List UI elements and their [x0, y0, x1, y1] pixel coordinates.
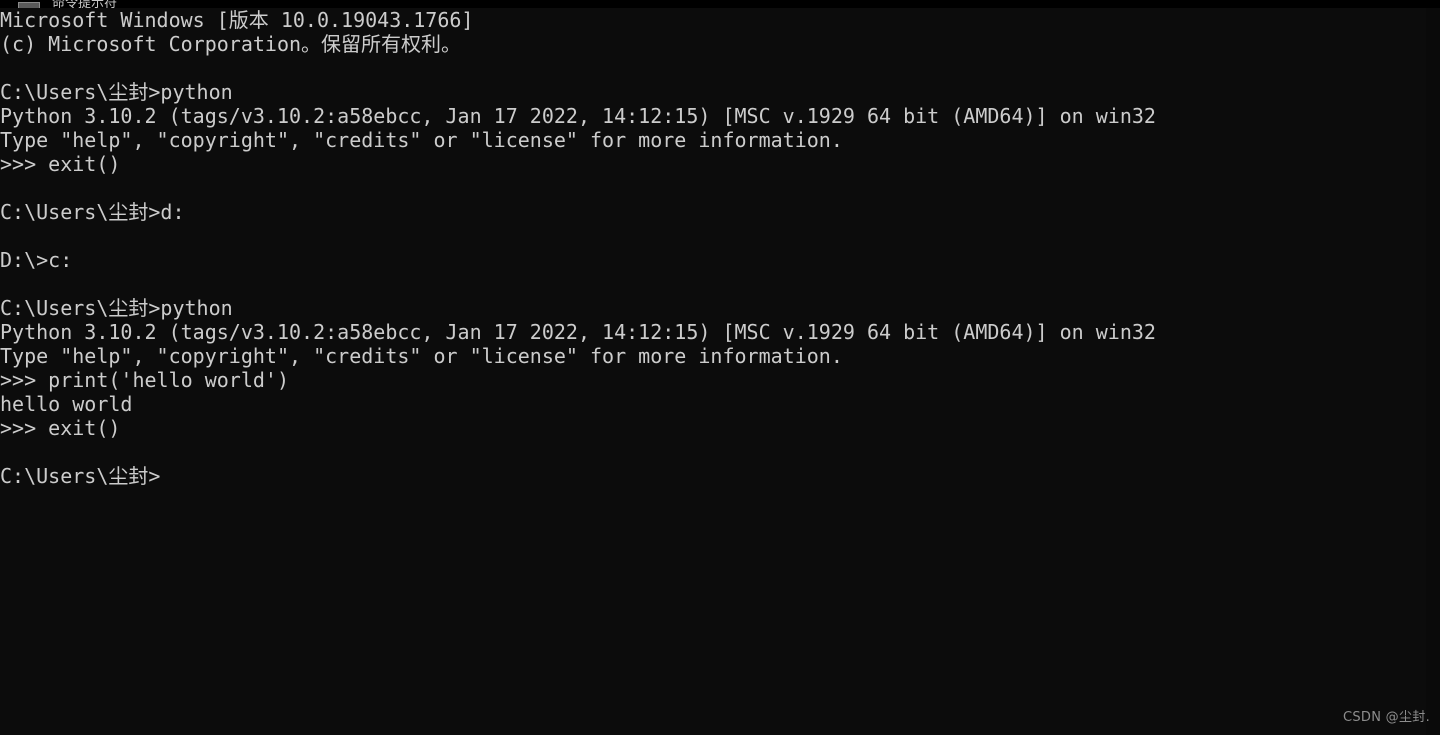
terminal-line: D:\>c: — [0, 248, 73, 272]
terminal-line: C:\Users\尘封>python — [0, 80, 233, 104]
csdn-watermark: CSDN @尘封. — [1342, 710, 1430, 725]
terminal-line: C:\Users\尘封>python — [0, 296, 233, 320]
terminal-line: (c) Microsoft Corporation。保留所有权利。 — [0, 32, 462, 56]
terminal-line: >>> exit() — [0, 416, 121, 440]
terminal-output[interactable]: Microsoft Windows [版本 10.0.19043.1766] (c… — [0, 8, 1426, 488]
terminal-line: >>> print('hello world') — [0, 368, 289, 392]
vertical-scrollbar[interactable] — [1426, 8, 1440, 735]
terminal-line: C:\Users\尘封> — [0, 464, 161, 488]
terminal-line: >>> exit() — [0, 152, 121, 176]
terminal-line: Microsoft Windows [版本 10.0.19043.1766] — [0, 8, 474, 32]
terminal-line: C:\Users\尘封>d: — [0, 200, 185, 224]
window-title: 命令提示符 — [52, 0, 118, 8]
window-title-bar[interactable]: 命令提示符 — [0, 0, 1440, 8]
terminal-line: Python 3.10.2 (tags/v3.10.2:a58ebcc, Jan… — [0, 320, 1156, 344]
terminal-line: Python 3.10.2 (tags/v3.10.2:a58ebcc, Jan… — [0, 104, 1156, 128]
terminal-line: Type "help", "copyright", "credits" or "… — [0, 344, 843, 368]
terminal-line: Type "help", "copyright", "credits" or "… — [0, 128, 843, 152]
terminal-line: hello world — [0, 392, 133, 416]
console-window: 命令提示符 Microsoft Windows [版本 10.0.19043.1… — [0, 0, 1440, 735]
